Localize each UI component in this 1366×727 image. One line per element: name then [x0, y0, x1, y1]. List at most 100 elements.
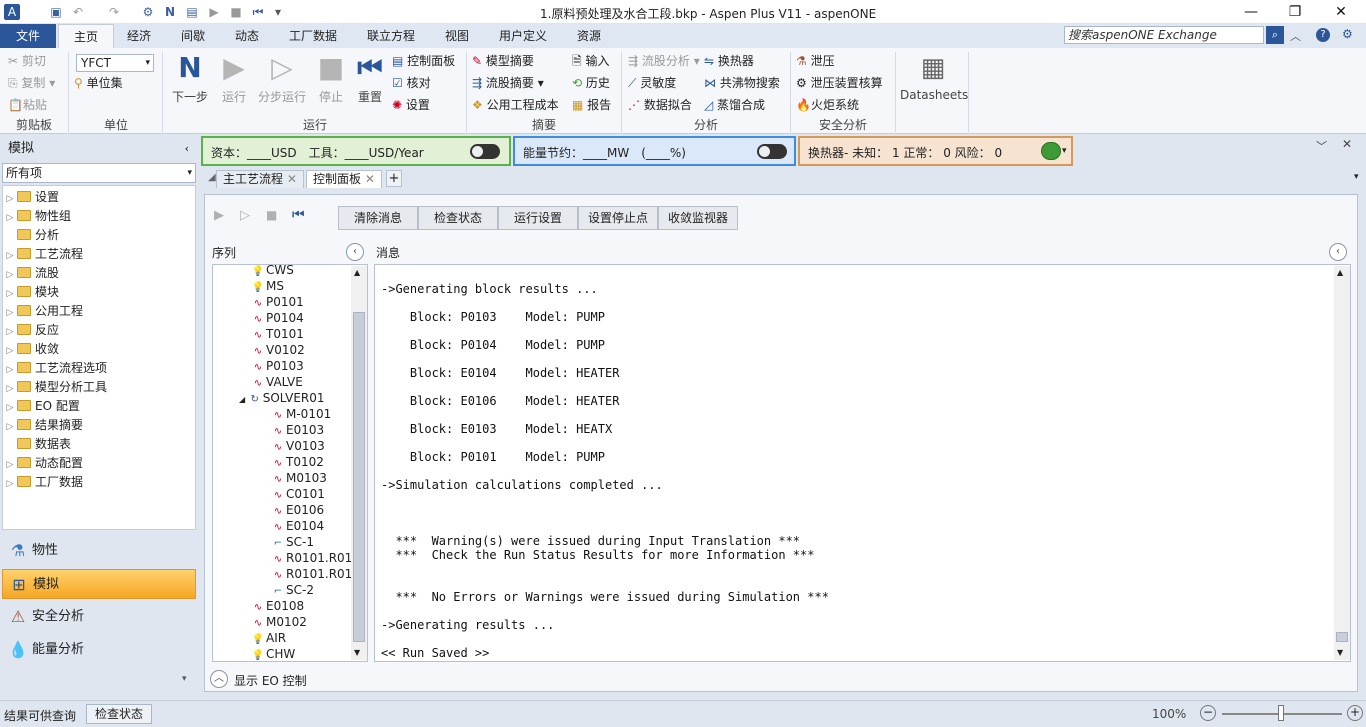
tree-item[interactable]: 分析: [3, 226, 59, 245]
flare-system-button[interactable]: 🔥火炬系统: [796, 96, 859, 114]
zoom-out-button[interactable]: −: [1200, 705, 1216, 721]
energy-toggle[interactable]: [757, 144, 787, 159]
step-icon[interactable]: ▷: [240, 208, 250, 223]
show-eo-control[interactable]: 显示 EO 控制: [234, 672, 307, 689]
chevron-down-icon[interactable]: ▾: [182, 674, 187, 684]
close-button[interactable]: ✕: [1318, 0, 1364, 24]
sequence-item[interactable]: ∿ T0101: [251, 326, 304, 342]
redo-icon[interactable]: ↷: [106, 4, 122, 20]
tree-item[interactable]: ▷ 工艺流程: [3, 245, 83, 264]
collapse-icon[interactable]: ‹: [185, 138, 189, 160]
tree-item[interactable]: 数据表: [3, 435, 71, 454]
tab-customize[interactable]: 用户定义: [495, 24, 551, 48]
tree-item[interactable]: ▷ 设置: [3, 188, 59, 207]
tab-batch[interactable]: 间歇: [177, 24, 209, 48]
sequence-item[interactable]: ⌐ SC-1: [271, 534, 314, 550]
sequence-item[interactable]: ∿ M-0101: [271, 406, 331, 422]
exchanger-status-icon[interactable]: [1041, 142, 1061, 160]
scroll-down-icon[interactable]: ▼: [354, 648, 360, 657]
cut-button[interactable]: ✂ 剪切: [8, 52, 46, 70]
reset-icon[interactable]: ⏮: [250, 4, 266, 20]
undo-icon[interactable]: ↶: [70, 4, 86, 20]
sequence-item[interactable]: ∿ E0104: [271, 518, 324, 534]
nav-simulation[interactable]: ⊞ 模拟: [2, 569, 196, 599]
run-icon[interactable]: ▶: [214, 208, 224, 223]
run-button[interactable]: ▶ 运行: [214, 52, 254, 105]
nav-safety-analysis[interactable]: ⚠ 安全分析: [2, 602, 196, 632]
tree-item[interactable]: ▷ 结果摘要: [3, 416, 83, 435]
sequence-item[interactable]: ⌐ SC-2: [271, 582, 314, 598]
chevron-down-icon[interactable]: ▾: [1062, 146, 1067, 156]
tree-item[interactable]: ▷ 动态配置: [3, 454, 83, 473]
sequence-item[interactable]: ∿ VALVE: [251, 374, 303, 390]
scroll-thumb[interactable]: [1336, 632, 1348, 642]
utility-cost-button[interactable]: ❖ 公用工程成本: [472, 96, 559, 114]
model-summary-button[interactable]: ✎ 模型摘要: [472, 52, 534, 70]
datasheets-button[interactable]: ▦ Datasheets: [900, 52, 968, 102]
collapse-ribbon-icon[interactable]: ︿: [1290, 28, 1301, 44]
sequence-item[interactable]: ∿ M0102: [251, 614, 307, 630]
tab-file[interactable]: 文件: [0, 24, 56, 48]
sensitivity-button[interactable]: ⟋ 灵敏度: [628, 74, 676, 92]
tab-plant-data[interactable]: 工厂数据: [285, 24, 341, 48]
stream-summary-button[interactable]: ⇶ 流股摘要 ▾: [472, 74, 544, 92]
zoom-in-button[interactable]: +: [1347, 705, 1363, 721]
check-status-button[interactable]: 检查状态: [418, 206, 498, 230]
collapse-sequence-icon[interactable]: ‹: [346, 243, 364, 261]
scroll-thumb[interactable]: [353, 312, 365, 642]
customize-qat-icon[interactable]: ▾: [270, 4, 286, 20]
run-icon[interactable]: ▶: [206, 4, 222, 20]
reset-button[interactable]: ⏮ 重置: [352, 52, 388, 105]
unit-set-select[interactable]: YFCT ▾: [76, 54, 154, 72]
clear-messages-button[interactable]: 清除消息: [338, 206, 418, 230]
scroll-up-icon[interactable]: ▲: [1337, 268, 1343, 277]
search-input[interactable]: 搜索aspenONE Exchange: [1064, 26, 1264, 44]
search-icon[interactable]: ⌕: [1266, 26, 1284, 44]
tree-item[interactable]: ▷ 模型分析工具: [3, 378, 107, 397]
tree-item[interactable]: ▷ 工厂数据: [3, 473, 83, 492]
doc-tab-control-panel[interactable]: 控制面板 ✕: [306, 170, 382, 188]
distillation-synthesis-button[interactable]: ◿ 蒸馏合成: [704, 96, 765, 114]
run-settings-button[interactable]: ✺ 设置: [392, 96, 430, 114]
copy-button[interactable]: ⎘ 复制 ▾: [8, 74, 55, 92]
expand-eo-icon[interactable]: ︿: [210, 670, 228, 688]
tree-item[interactable]: ▷ 流股: [3, 264, 59, 283]
sequence-item[interactable]: ∿ R0101.R012: [271, 566, 360, 582]
minimize-button[interactable]: —: [1228, 0, 1274, 24]
sequence-item[interactable]: 💡 AIR: [251, 630, 286, 646]
stream-analysis-button[interactable]: ⇶ 流股分析 ▾: [628, 52, 700, 70]
sequence-item[interactable]: ∿ V0103: [271, 438, 325, 454]
convergence-monitor-button[interactable]: 收敛监视器: [658, 206, 738, 230]
check-button[interactable]: ☑ 核对: [392, 74, 431, 92]
options-icon[interactable]: ⚙: [1342, 27, 1353, 41]
save-icon[interactable]: ▣: [48, 4, 64, 20]
tree-item[interactable]: ▷ 收敛: [3, 340, 59, 359]
close-icon[interactable]: ✕: [1342, 137, 1352, 151]
pressure-relief-button[interactable]: ⚗ 泄压: [796, 52, 835, 70]
stop-button[interactable]: ■ 停止: [312, 52, 350, 105]
stop-icon[interactable]: ■: [228, 4, 244, 20]
stop-icon[interactable]: ■: [266, 208, 277, 222]
tree-item[interactable]: ▷ 模块: [3, 283, 59, 302]
sequence-item[interactable]: 💡 MS: [251, 278, 284, 294]
step-button[interactable]: ▷ 分步运行: [256, 52, 308, 105]
relief-check-button[interactable]: ⚙ 泄压装置核算: [796, 74, 883, 92]
set-breakpoint-button[interactable]: 设置停止点: [578, 206, 658, 230]
tab-economics[interactable]: 经济: [123, 24, 155, 48]
tree-item[interactable]: ▷ EO 配置: [3, 397, 80, 416]
data-fit-button[interactable]: ⋰ 数据拟合: [628, 96, 692, 114]
tab-scroll-icon[interactable]: ◢: [208, 172, 216, 183]
sequence-item[interactable]: ∿ P0104: [251, 310, 304, 326]
nav-energy-analysis[interactable]: 💧 能量分析: [2, 635, 196, 665]
aspen-logo-icon[interactable]: A: [4, 4, 20, 20]
tab-list-icon[interactable]: ▾: [1354, 172, 1359, 182]
reset-icon[interactable]: ⏮: [292, 207, 305, 223]
sequence-item[interactable]: ∿ M0103: [271, 470, 327, 486]
navigation-filter-select[interactable]: 所有项 ▾: [2, 163, 196, 183]
new-tab-button[interactable]: +: [386, 170, 402, 187]
expand-arrow-icon[interactable]: ▷: [3, 475, 17, 494]
sequence-item[interactable]: ∿ E0108: [251, 598, 304, 614]
tree-item[interactable]: ▷ 公用工程: [3, 302, 83, 321]
sequence-item[interactable]: ∿ P0101: [251, 294, 304, 310]
sequence-item[interactable]: ∿ R0101.R011: [271, 550, 360, 566]
